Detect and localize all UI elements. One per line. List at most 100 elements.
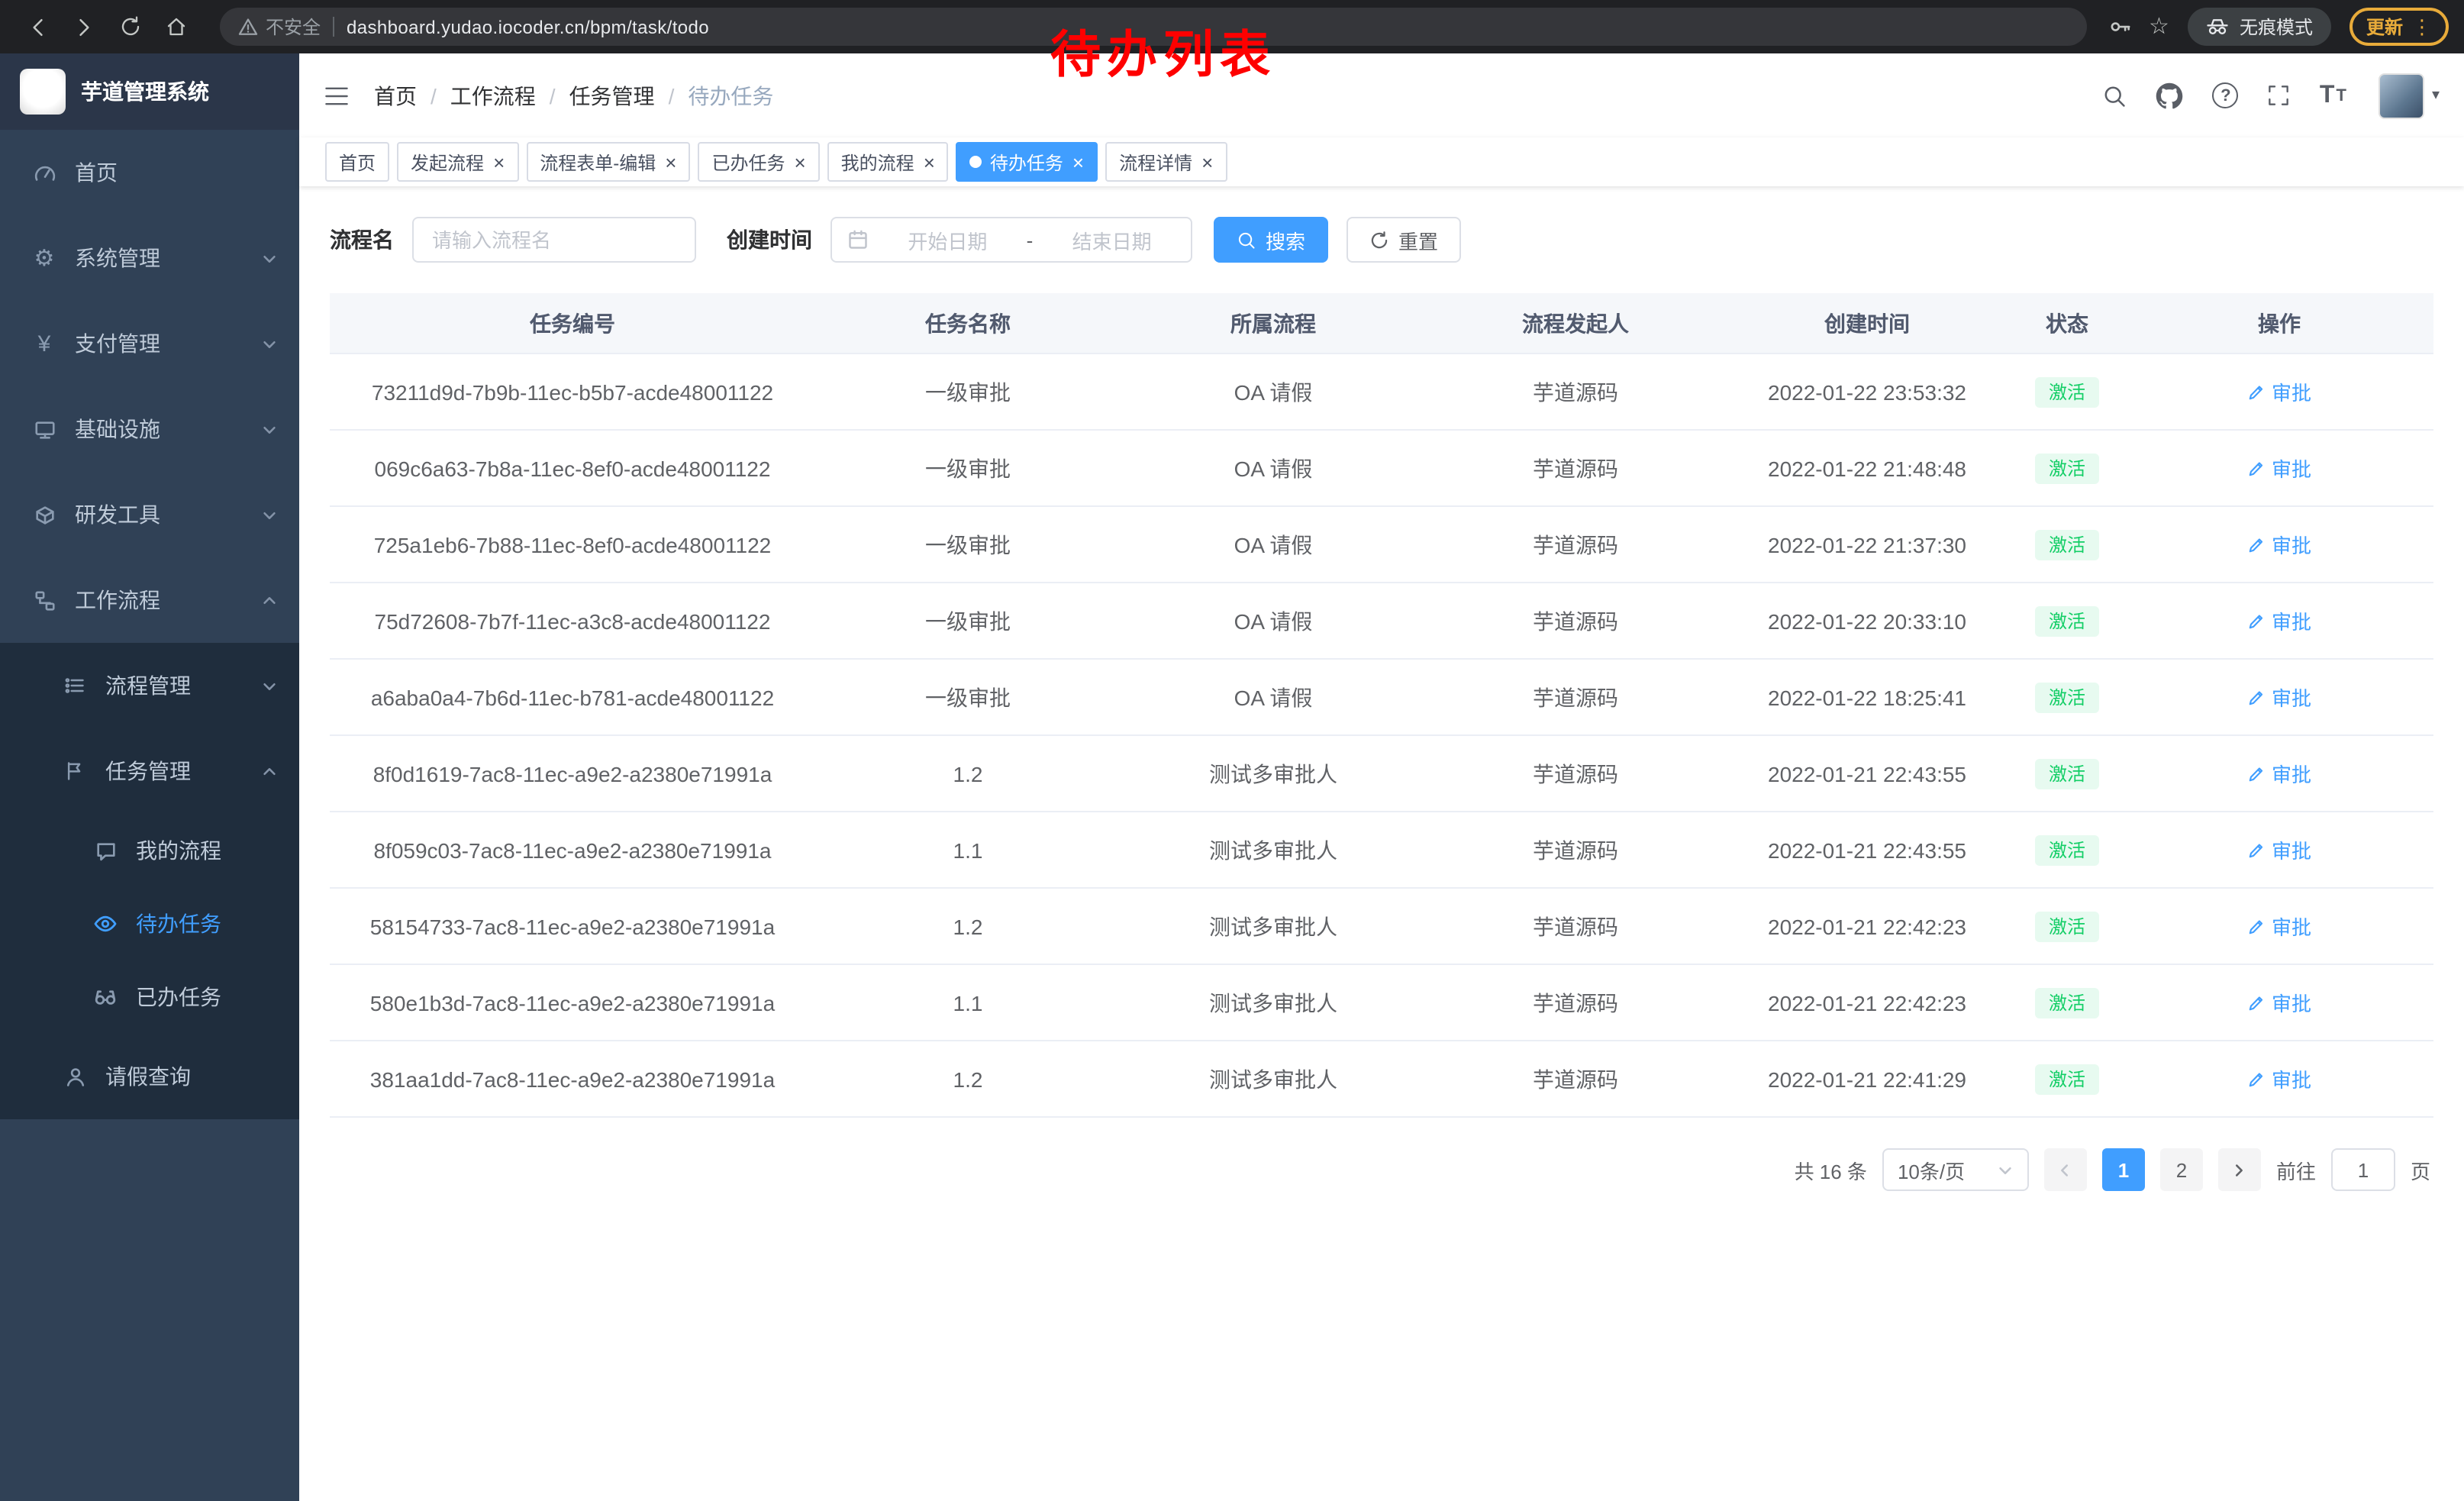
sidebar-item-leave-query[interactable]: 请假查询 [0,1034,299,1119]
github-icon[interactable] [2156,82,2184,109]
tab-close-icon[interactable]: × [1201,152,1213,172]
sidebar-item-payment[interactable]: ¥ 支付管理 [0,301,299,386]
incognito-icon [2206,17,2229,37]
tab-my-process[interactable]: 我的流程× [827,142,949,182]
column-header: 任务名称 [815,308,1121,338]
sidebar-toggle-icon[interactable] [324,83,350,108]
forward-icon[interactable] [67,10,101,44]
back-icon[interactable] [21,10,55,44]
chevron-down-icon [261,250,278,266]
sidebar-item-my-process[interactable]: 我的流程 [0,814,299,887]
status-badge: 激活 [2035,758,2099,789]
calendar-icon [847,229,869,250]
pagination: 共 16 条 10条/页 1 2 前往 页 [330,1148,2433,1191]
tab-close-icon[interactable]: × [665,152,676,172]
tab-done-tasks[interactable]: 已办任务× [698,142,819,182]
page-1-button[interactable]: 1 [2102,1148,2145,1191]
approve-link[interactable]: 审批 [2247,1064,2311,1093]
sidebar-item-workflow[interactable]: 工作流程 [0,557,299,643]
next-page-button[interactable] [2218,1148,2261,1191]
user-menu[interactable]: ▾ [2379,73,2440,118]
yen-icon: ¥ [31,332,58,355]
process-cell: OA 请假 [1121,605,1426,636]
font-size-large-glyph: T [2320,83,2335,108]
created-cell: 2022-01-22 21:37:30 [1725,532,2009,557]
sidebar-item-infrastructure[interactable]: 基础设施 [0,386,299,472]
browser-menu-icon[interactable]: ⋮ [2412,15,2432,39]
task-id-cell: 725a1eb6-7b88-11ec-8ef0-acde48001122 [330,532,815,557]
tab-todo-tasks-active[interactable]: 待办任务× [956,142,1098,182]
date-range-picker[interactable]: 开始日期 - 结束日期 [830,217,1192,263]
status-cell: 激活 [2009,376,2125,407]
approve-link[interactable]: 审批 [2247,835,2311,864]
search-button-label: 搜索 [1266,225,1305,254]
breadcrumb-item[interactable]: 任务管理 [569,80,655,111]
approve-label: 审批 [2272,988,2311,1017]
help-icon[interactable]: ? [2213,82,2239,108]
browser-actions: ☆ 无痕模式 更新 ⋮ [2108,8,2449,46]
flag-icon [61,760,89,782]
update-button[interactable]: 更新 ⋮ [2350,8,2449,46]
sidebar-item-system[interactable]: ⚙ 系统管理 [0,215,299,301]
tab-close-icon[interactable]: × [794,152,805,172]
sidebar-item-devtools[interactable]: 研发工具 [0,472,299,557]
action-cell: 审批 [2125,377,2433,406]
breadcrumb-item[interactable]: 工作流程 [450,80,536,111]
approve-link[interactable]: 审批 [2247,454,2311,483]
task-name-cell: 1.1 [815,990,1121,1015]
tab-start-process[interactable]: 发起流程× [397,142,518,182]
approve-link[interactable]: 审批 [2247,759,2311,788]
reload-icon[interactable] [113,10,147,44]
sidebar-item-label: 待办任务 [136,909,278,939]
status-cell: 激活 [2009,605,2125,636]
approve-link[interactable]: 审批 [2247,683,2311,712]
sidebar-item-done-tasks[interactable]: 已办任务 [0,960,299,1034]
status-badge: 激活 [2035,453,2099,483]
goto-page-input[interactable] [2331,1148,2395,1191]
page-2-button[interactable]: 2 [2160,1148,2203,1191]
font-size-icon[interactable]: TT [2320,83,2346,108]
edit-icon [2247,383,2266,401]
password-key-icon[interactable] [2108,15,2130,38]
bookmark-star-icon[interactable]: ☆ [2149,15,2169,38]
reset-button[interactable]: 重置 [1346,217,1461,263]
sidebar-item-todo-tasks[interactable]: 待办任务 [0,887,299,960]
task-id-cell: 73211d9d-7b9b-11ec-b5b7-acde48001122 [330,379,815,404]
process-name-input[interactable] [412,217,696,263]
status-badge: 激活 [2035,376,2099,407]
approve-link[interactable]: 审批 [2247,377,2311,406]
created-cell: 2022-01-21 22:43:55 [1725,761,2009,786]
chevron-up-icon [261,763,278,780]
approve-link[interactable]: 审批 [2247,606,2311,635]
approve-link[interactable]: 审批 [2247,912,2311,941]
prev-page-button[interactable] [2044,1148,2087,1191]
action-cell: 审批 [2125,988,2433,1017]
sidebar-item-task-mgmt[interactable]: 任务管理 [0,728,299,814]
action-cell: 审批 [2125,683,2433,712]
tab-home[interactable]: 首页 [325,142,389,182]
tab-close-icon[interactable]: × [1072,152,1084,172]
sidebar-item-home[interactable]: 首页 [0,130,299,215]
update-label: 更新 [2366,14,2403,40]
task-name-cell: 一级审批 [815,682,1121,712]
top-navbar: 首页 / 工作流程 / 任务管理 / 待办任务 ? TT ▾ [299,53,2464,137]
fullscreen-icon[interactable] [2268,84,2291,107]
approve-link[interactable]: 审批 [2247,530,2311,559]
page-size-select[interactable]: 10条/页 [1882,1148,2029,1191]
process-name-label: 流程名 [330,224,394,255]
tab-close-icon[interactable]: × [493,152,505,172]
home-icon[interactable] [159,10,192,44]
sidebar-item-label: 请假查询 [105,1061,278,1092]
search-button[interactable]: 搜索 [1214,217,1328,263]
sidebar-item-process-mgmt[interactable]: 流程管理 [0,643,299,728]
search-icon[interactable] [2103,83,2127,108]
not-secure-label: 不安全 [266,14,321,40]
tab-close-icon[interactable]: × [924,152,935,172]
breadcrumb-item[interactable]: 首页 [374,80,417,111]
tab-form-edit[interactable]: 流程表单-编辑× [526,142,690,182]
breadcrumb: 首页 / 工作流程 / 任务管理 / 待办任务 [374,80,773,111]
approve-link[interactable]: 审批 [2247,988,2311,1017]
status-cell: 激活 [2009,682,2125,712]
not-secure-warning[interactable]: 不安全 [238,14,321,40]
tab-process-detail[interactable]: 流程详情× [1105,142,1227,182]
